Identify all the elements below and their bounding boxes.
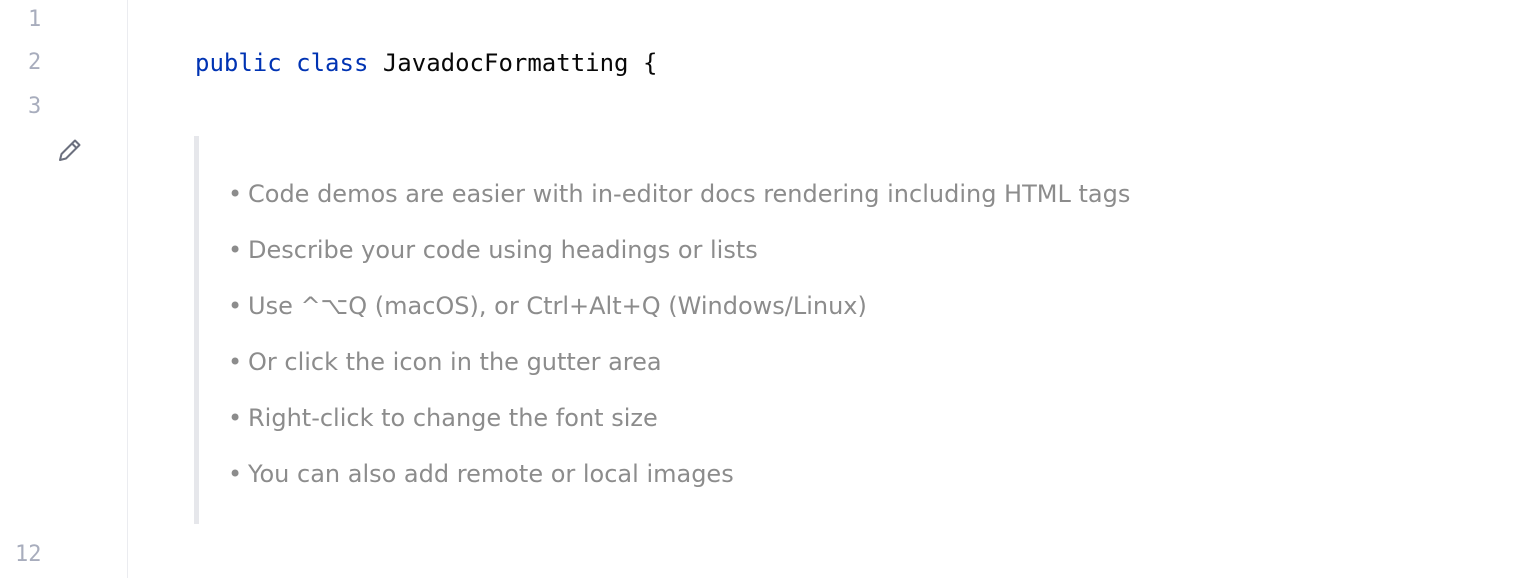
doc-block-bar <box>194 136 199 524</box>
doc-list: • Code demos are easier with in-editor do… <box>228 178 1130 514</box>
list-item: • Use ^⌥Q (macOS), or Ctrl+Alt+Q (Windows… <box>228 292 867 320</box>
rendered-javadoc[interactable]: • Code demos are easier with in-editor do… <box>194 136 1394 524</box>
list-item: • Code demos are easier with in-editor do… <box>228 180 1131 208</box>
line-number-12: 12 <box>15 542 42 567</box>
code-editor[interactable]: 1 2 3 12 public class JavadocFormatting … <box>0 0 1520 578</box>
list-item: • Describe your code using headings or li… <box>228 236 758 264</box>
gutter-divider <box>127 0 128 578</box>
list-item: • Or click the icon in the gutter area <box>228 348 662 376</box>
list-item: • You can also add remote or local images <box>228 460 734 488</box>
code-line-2[interactable]: public class JavadocFormatting { <box>195 48 657 78</box>
list-item: • Right-click to change the font size <box>228 404 658 432</box>
pencil-icon[interactable] <box>55 135 85 165</box>
open-brace: { <box>642 49 658 77</box>
gutter[interactable]: 1 2 3 12 <box>0 0 127 578</box>
line-number-3: 3 <box>28 94 42 119</box>
class-name: JavadocFormatting <box>382 49 629 77</box>
keyword-class: class <box>296 49 369 77</box>
keyword-public: public <box>195 49 282 77</box>
line-number-1: 1 <box>28 7 42 32</box>
line-number-2: 2 <box>28 50 42 75</box>
